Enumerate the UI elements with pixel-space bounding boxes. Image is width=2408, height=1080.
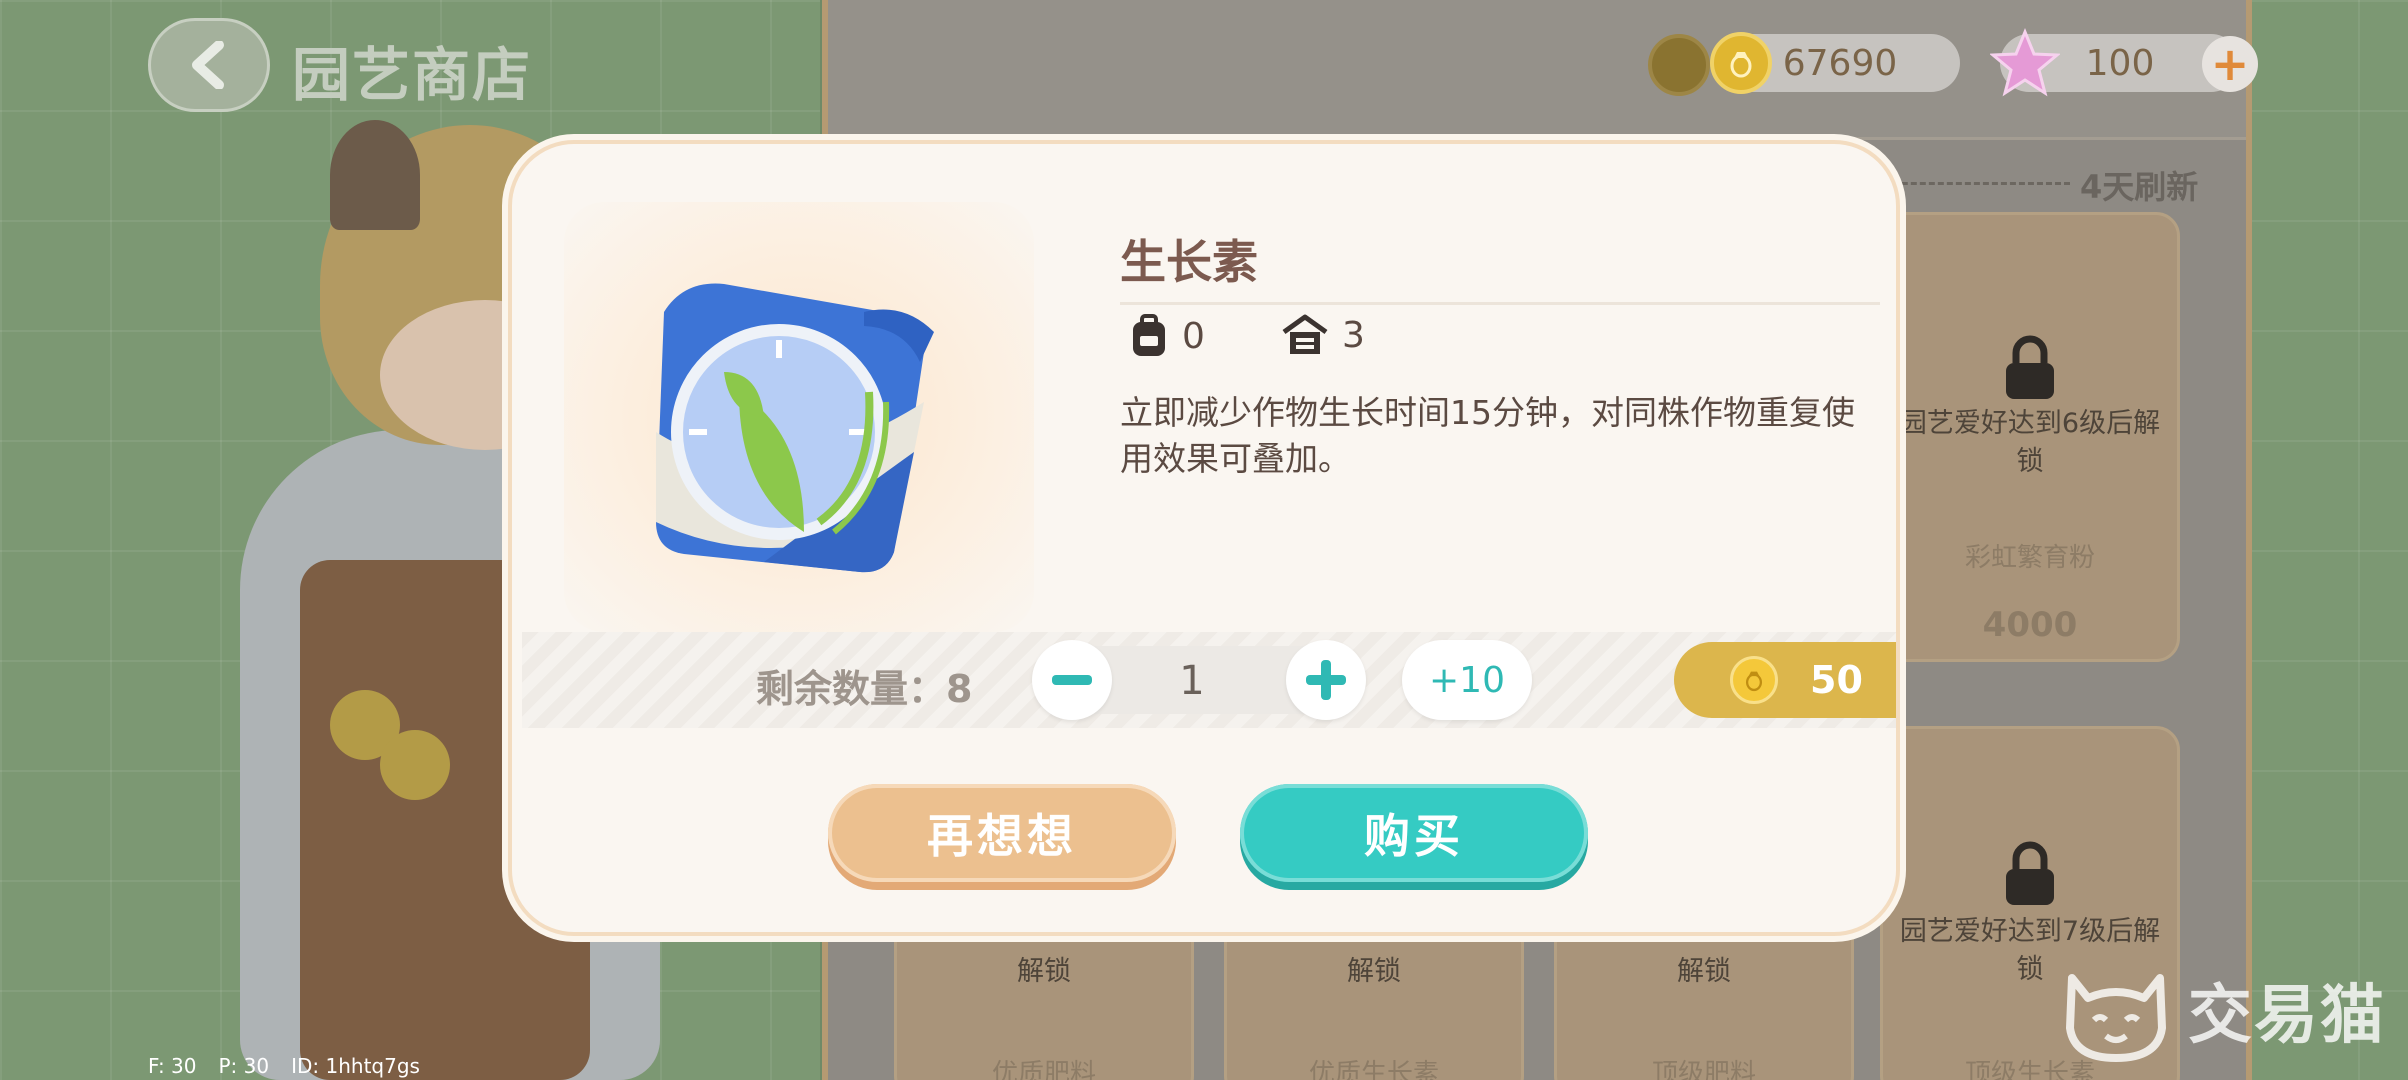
coin-icon bbox=[1710, 32, 1772, 94]
shop-item-name: 彩虹繁育粉 bbox=[1964, 543, 2095, 573]
backpack-count: 0 bbox=[1182, 315, 1205, 357]
remaining-stock: 剩余数量：8 bbox=[756, 667, 973, 711]
divider bbox=[1120, 302, 1880, 305]
star-balance-value: 100 bbox=[2085, 42, 2155, 84]
total-price-value: 50 bbox=[1810, 658, 1863, 702]
unlock-requirement: 解锁 bbox=[1347, 956, 1401, 987]
unlock-requirement: 解锁 bbox=[1677, 956, 1731, 987]
shop-item-name: 顶级肥料 bbox=[1651, 1059, 1756, 1080]
watermark: 交易猫 bbox=[2058, 958, 2386, 1062]
buy-button[interactable]: 购买 bbox=[1240, 784, 1588, 882]
item-name: 生长素 bbox=[1120, 235, 1258, 289]
star-icon bbox=[1989, 28, 2061, 102]
refresh-timer: 4天刷新 bbox=[2080, 168, 2199, 206]
scene-background-right bbox=[2248, 0, 2408, 1080]
item-description: 立即减少作物生长时间15分钟，对同株作物重复使用效果可叠加。 bbox=[1120, 393, 1855, 478]
page-title: 园艺商店 bbox=[292, 41, 533, 109]
watermark-text: 交易猫 bbox=[2188, 979, 2386, 1053]
growth-hormone-bag-icon bbox=[656, 283, 934, 573]
decrease-quantity-button[interactable] bbox=[1032, 640, 1112, 720]
shop-item-name: 优质肥料 bbox=[991, 1059, 1096, 1080]
lock-icon bbox=[2002, 841, 2058, 911]
coin-icon bbox=[1730, 656, 1778, 704]
apron-flower bbox=[380, 730, 450, 800]
shop-item-name: 优质生长素 bbox=[1308, 1059, 1439, 1080]
coin-icon bbox=[1648, 34, 1710, 96]
debug-ping: P: 30 bbox=[218, 1054, 270, 1078]
debug-info: F: 30 P: 30 ID: 1hhtq7gs bbox=[148, 1054, 442, 1078]
add-ten-button[interactable]: +10 bbox=[1402, 640, 1532, 720]
coin-balance-value: 67690 bbox=[1782, 42, 1898, 84]
backpack-stat: 0 bbox=[1130, 314, 1205, 358]
debug-fps: F: 30 bbox=[148, 1054, 197, 1078]
increase-quantity-button[interactable] bbox=[1286, 640, 1366, 720]
backpack-icon bbox=[1133, 314, 1165, 356]
back-button[interactable] bbox=[148, 18, 270, 112]
warehouse-stat: 3 bbox=[1282, 314, 1365, 356]
cancel-button[interactable]: 再想想 bbox=[828, 784, 1176, 882]
purchase-dialog: 生长素 0 3 立即减少作物生长时间15分钟，对同株作物重复使用效果可叠加。 剩… bbox=[508, 140, 1900, 936]
unlock-requirement: 园艺爱好达到6级后解锁 bbox=[1899, 408, 2161, 477]
lock-icon bbox=[2002, 335, 2058, 405]
quantity-value[interactable]: 1 bbox=[1172, 658, 1212, 704]
debug-id: ID: 1hhtq7gs bbox=[291, 1054, 420, 1078]
warehouse-icon bbox=[1282, 314, 1328, 354]
total-price: 50 bbox=[1674, 642, 1896, 718]
warehouse-count: 3 bbox=[1342, 314, 1365, 356]
plus-icon bbox=[1306, 660, 1346, 700]
shop-item-price: 4000 bbox=[1982, 605, 2078, 645]
character-ear bbox=[330, 120, 420, 230]
shop-item-card[interactable]: 园艺爱好达到6级后解锁 彩虹繁育粉 4000 bbox=[1880, 212, 2180, 662]
item-art-frame bbox=[564, 202, 1034, 632]
add-currency-button[interactable]: + bbox=[2202, 36, 2258, 92]
minus-icon bbox=[1052, 675, 1092, 685]
chevron-left-icon bbox=[192, 41, 224, 89]
unlock-requirement: 解锁 bbox=[1017, 956, 1071, 987]
cat-logo-icon bbox=[2066, 974, 2166, 1062]
